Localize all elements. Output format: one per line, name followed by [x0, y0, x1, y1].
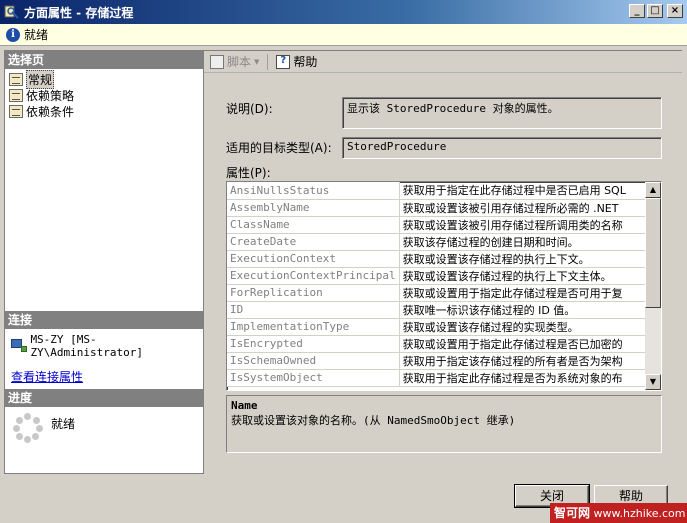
window-title: 方面属性 - 存储过程 — [24, 5, 134, 20]
page-item-label: 依赖条件 — [26, 104, 75, 119]
property-row[interactable]: AssemblyName 获取或设置该被引用存储过程所必需的 .NET — [227, 199, 647, 217]
right-panel: 脚本 ▼ 帮助 说明(D): 显示该 StoredProcedure 对象的属性… — [204, 50, 682, 474]
properties-label: 属性(P): — [226, 166, 271, 180]
toolbar: 脚本 ▼ 帮助 — [204, 51, 682, 73]
page-icon — [9, 88, 23, 102]
target-type-field: StoredProcedure — [342, 137, 662, 159]
property-row[interactable]: ExecutionContext 获取或设置该存储过程的执行上下文。 — [227, 250, 647, 268]
progress-status: 就绪 — [51, 417, 76, 431]
property-name: AnsiNullsStatus — [227, 182, 400, 200]
property-name: IsSchemaOwned — [227, 352, 400, 370]
connection-text: MS-ZY [MS-ZY\Administrator] — [30, 333, 144, 359]
property-description: 获取或设置该被引用存储过程所调用类的名称 — [399, 216, 647, 234]
property-name: AssemblyName — [227, 199, 400, 217]
connection-header: 连接 — [5, 311, 203, 329]
description-label: 说明(D): — [226, 102, 273, 116]
close-window-button[interactable]: × — [667, 4, 683, 18]
help-toolbar-button[interactable]: 帮助 — [274, 53, 319, 71]
script-icon — [210, 54, 224, 69]
property-description: 获取用于指定该存储过程的所有者是否为架构 — [399, 352, 647, 370]
page-item-dependent-policies[interactable]: 依赖策略 — [9, 87, 74, 103]
help-icon — [276, 54, 291, 69]
property-row[interactable]: CreateDate 获取该存储过程的创建日期和时间。 — [227, 233, 647, 251]
script-label: 脚本 — [227, 55, 252, 69]
page-item-general[interactable]: 常规 — [9, 69, 55, 89]
property-name: ExecutionContext — [227, 250, 400, 268]
property-description: 获取或设置该存储过程的执行上下文。 — [399, 250, 647, 268]
property-name: IsEncrypted — [227, 335, 400, 353]
property-name: ID — [227, 301, 400, 319]
script-button[interactable]: 脚本 ▼ — [208, 53, 261, 71]
title-bar: 方面属性 - 存储过程 _ □ × — [0, 0, 687, 24]
maximize-button[interactable]: □ — [647, 4, 663, 18]
property-row[interactable]: IsEncrypted 获取或设置用于指定此存储过程是否已加密的 — [227, 335, 647, 353]
progress-row: 就绪 — [13, 413, 75, 443]
left-panel: 选择页 常规 依赖策略 依赖条件 连接 MS-ZY [MS-ZY\Adminis… — [4, 50, 204, 474]
property-description-panel: Name 获取或设置该对象的名称。(从 NamedSmoObject 继承) — [226, 395, 662, 453]
target-type-label: 适用的目标类型(A): — [226, 141, 332, 155]
property-row[interactable]: IsSystemObject 获取用于指定此存储过程是否为系统对象的布 — [227, 369, 647, 387]
property-description: 获取唯一标识该存储过程的 ID 值。 — [399, 301, 647, 319]
property-description-name: Name — [231, 399, 258, 412]
property-row[interactable]: ID 获取唯一标识该存储过程的 ID 值。 — [227, 301, 647, 319]
watermark-url: www.hzhike.com — [593, 507, 686, 520]
progress-spinner-icon — [13, 413, 43, 443]
watermark-site-name: 智可网 — [554, 506, 591, 520]
page-item-dependent-conditions[interactable]: 依赖条件 — [9, 103, 74, 119]
help-label: 帮助 — [293, 55, 318, 69]
page-icon — [9, 72, 23, 86]
property-name: IsSystemObject — [227, 369, 400, 387]
properties-scrollbar[interactable]: ▲ ▼ — [645, 182, 661, 390]
property-row[interactable]: AnsiNullsStatus 获取用于指定在此存储过程中是否已启用 SQL — [227, 182, 647, 200]
property-name: ImplementationType — [227, 318, 400, 336]
page-icon — [9, 104, 23, 118]
minimize-button[interactable]: _ — [629, 4, 645, 18]
description-field: 显示该 StoredProcedure 对象的属性。 — [342, 97, 662, 129]
property-description: 获取或设置用于指定此存储过程是否已加密的 — [399, 335, 647, 353]
toolbar-separator — [267, 53, 269, 70]
progress-header: 进度 — [5, 389, 203, 407]
status-bar: i 就绪 — [0, 24, 687, 46]
property-row[interactable]: ForReplication 获取或设置用于指定此存储过程是否可用于复 — [227, 284, 647, 302]
property-name: ClassName — [227, 216, 400, 234]
property-name: ForReplication — [227, 284, 400, 302]
status-text: 就绪 — [24, 28, 49, 42]
property-description: 获取或设置该存储过程的执行上下文主体。 — [399, 267, 647, 285]
property-description: 获取或设置该存储过程的实现类型。 — [399, 318, 647, 336]
view-connection-properties-link[interactable]: 查看连接属性 — [11, 368, 83, 385]
property-description: 获取用于指定在此存储过程中是否已启用 SQL — [399, 182, 647, 200]
property-description: 获取或设置该被引用存储过程所必需的 .NET — [399, 199, 647, 217]
page-item-label: 依赖策略 — [26, 88, 75, 103]
property-description: 获取用于指定此存储过程是否为系统对象的布 — [399, 369, 647, 387]
connection-row: MS-ZY [MS-ZY\Administrator] — [11, 333, 203, 359]
server-connection-icon — [11, 339, 27, 353]
property-description: 获取或设置用于指定此存储过程是否可用于复 — [399, 284, 647, 302]
properties-grid[interactable]: AnsiNullsStatus 获取用于指定在此存储过程中是否已启用 SQL Ass… — [226, 181, 662, 391]
property-row[interactable]: ClassName 获取或设置该被引用存储过程所调用类的名称 — [227, 216, 647, 234]
property-row[interactable]: ExecutionContextPrincipal 获取或设置该存储过程的执行上下… — [227, 267, 647, 285]
info-icon: i — [6, 27, 20, 42]
select-page-header: 选择页 — [5, 51, 203, 69]
scroll-up-button[interactable]: ▲ — [645, 182, 661, 198]
property-name: CreateDate — [227, 233, 400, 251]
properties-table: AnsiNullsStatus 获取用于指定在此存储过程中是否已启用 SQL Ass… — [227, 182, 647, 387]
property-description-text: 获取或设置该对象的名称。(从 NamedSmoObject 继承) — [231, 414, 516, 427]
watermark: 智可网 www.hzhike.com — [550, 503, 687, 523]
property-row[interactable]: IsSchemaOwned 获取用于指定该存储过程的所有者是否为架构 — [227, 352, 647, 370]
app-icon — [4, 5, 19, 19]
property-name: ExecutionContextPrincipal — [227, 267, 400, 285]
scroll-down-button[interactable]: ▼ — [645, 374, 661, 390]
property-row[interactable]: ImplementationType 获取或设置该存储过程的实现类型。 — [227, 318, 647, 336]
property-description: 获取该存储过程的创建日期和时间。 — [399, 233, 647, 251]
chevron-down-icon: ▼ — [254, 57, 260, 66]
scroll-thumb[interactable] — [645, 198, 661, 308]
